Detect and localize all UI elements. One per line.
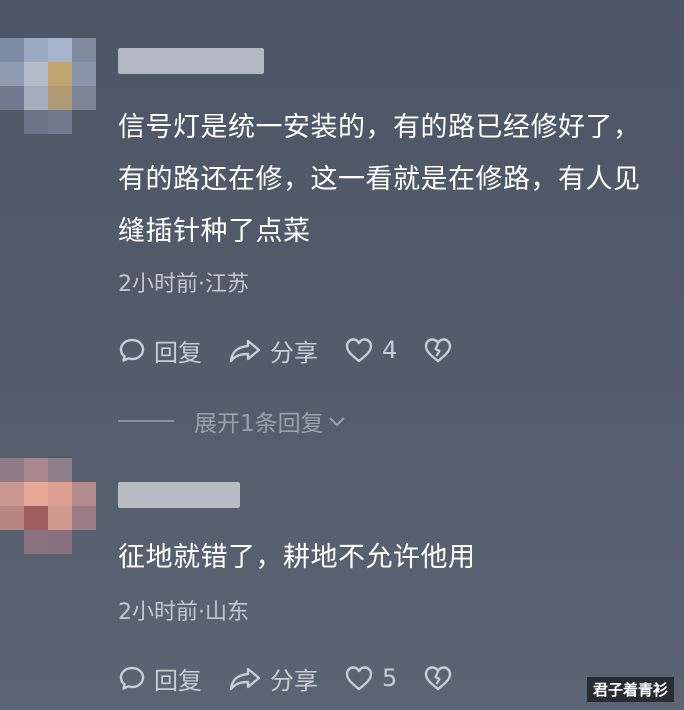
like-button[interactable]: 5 xyxy=(344,664,397,692)
username-blurred[interactable] xyxy=(118,482,240,508)
heart-icon xyxy=(345,666,373,691)
reply-label: 回复 xyxy=(154,338,202,367)
avatar[interactable] xyxy=(0,458,96,554)
share-button[interactable]: 分享 xyxy=(228,661,318,696)
avatar[interactable] xyxy=(0,38,96,134)
like-count: 4 xyxy=(382,336,398,364)
broken-heart-icon xyxy=(425,666,452,691)
comment-text-line: 信号灯是统一安装的，有的路已经修好了， xyxy=(118,112,641,143)
comment-meta: 2小时前·江苏 xyxy=(118,272,249,297)
comment-text-line: 有的路还在修，这一看就是在修路，有人见 xyxy=(118,164,641,195)
reply-button[interactable]: 回复 xyxy=(118,333,202,368)
share-label: 分享 xyxy=(270,338,318,367)
broken-heart-icon xyxy=(425,338,452,363)
reply-button[interactable]: 回复 xyxy=(118,661,202,696)
heart-icon xyxy=(345,338,373,363)
reply-bubble-icon xyxy=(119,666,145,690)
username-blurred[interactable] xyxy=(118,48,264,74)
reply-label: 回复 xyxy=(154,666,202,695)
divider-line xyxy=(118,420,174,422)
comment-text-line: 缝插针种了点菜 xyxy=(118,216,311,247)
comment-text: 征地就错了，耕地不允许他用 xyxy=(118,532,678,584)
dislike-button[interactable] xyxy=(423,664,461,692)
comment-actions: 回复 分享 4 xyxy=(118,330,487,370)
comment-text: 信号灯是统一安装的，有的路已经修好了， 有的路还在修，这一看就是在修路，有人见 … xyxy=(118,102,678,258)
comment-meta: 2小时前·山东 xyxy=(118,600,249,625)
expand-replies-label: 展开1条回复 xyxy=(194,411,324,437)
share-arrow-icon xyxy=(229,667,261,691)
comment-text-line: 征地就错了，耕地不允许他用 xyxy=(118,542,476,573)
share-label: 分享 xyxy=(270,666,318,695)
dislike-button[interactable] xyxy=(423,336,461,364)
watermark-label: 君子着青衫 xyxy=(586,677,674,702)
like-button[interactable]: 4 xyxy=(344,336,397,364)
chevron-down-icon xyxy=(328,417,345,427)
expand-replies-button[interactable]: 展开1条回复 xyxy=(118,404,348,438)
share-button[interactable]: 分享 xyxy=(228,333,318,368)
reply-bubble-icon xyxy=(119,338,145,362)
share-arrow-icon xyxy=(229,339,261,363)
like-count: 5 xyxy=(382,664,398,692)
comment-actions: 回复 分享 5 xyxy=(118,658,487,698)
